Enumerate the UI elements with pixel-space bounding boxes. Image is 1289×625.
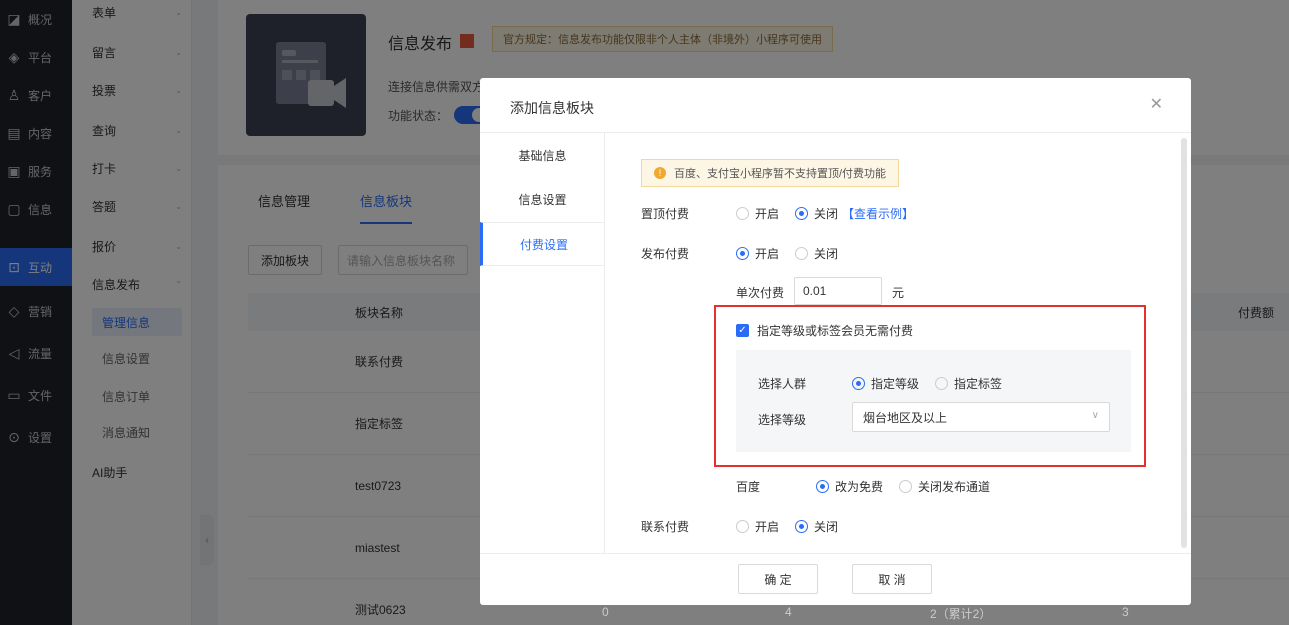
single-pay-label: 单次付费 bbox=[736, 286, 785, 300]
top-pay-radio-group: 开启 关闭 【查看示例】 bbox=[736, 205, 914, 222]
publish-pay-off-radio[interactable]: 关闭 bbox=[795, 245, 838, 262]
row-value: 2（累计2） bbox=[930, 607, 992, 621]
level-select[interactable]: 烟台地区及以上 ∨ bbox=[852, 402, 1110, 432]
member-options-panel: 选择人群 指定等级 指定标签 选择等级 烟台地区及以上 ∨ bbox=[736, 350, 1131, 452]
top-pay-label: 置顶付费 bbox=[641, 207, 690, 221]
crowd-level-radio[interactable]: 指定等级 bbox=[852, 375, 919, 392]
top-pay-off-radio[interactable]: 关闭 bbox=[795, 205, 838, 222]
contact-pay-radio-group: 开启 关闭 bbox=[736, 518, 854, 535]
confirm-button[interactable]: 确 定 bbox=[738, 564, 818, 594]
cancel-button[interactable]: 取 消 bbox=[852, 564, 932, 594]
member-free-checkbox[interactable]: ✓ 指定等级或标签会员无需付费 bbox=[736, 322, 913, 339]
nav-basic-info[interactable]: 基础信息 bbox=[480, 133, 605, 177]
scrollbar[interactable] bbox=[1181, 138, 1187, 548]
publish-pay-on-radio[interactable]: 开启 bbox=[736, 245, 779, 262]
add-block-dialog: 添加信息板块 ✕ 基础信息 信息设置 付费设置 ! 百度、支付宝小程序暂不支持置顶… bbox=[480, 78, 1191, 605]
chevron-down-icon: ∨ bbox=[1091, 410, 1099, 421]
nav-info-settings[interactable]: 信息设置 bbox=[480, 177, 605, 221]
close-icon[interactable]: ✕ bbox=[1150, 94, 1163, 114]
divider bbox=[480, 553, 1191, 554]
nav-payment-settings[interactable]: 付费设置 bbox=[480, 222, 605, 266]
publish-pay-label: 发布付费 bbox=[641, 247, 690, 261]
contact-pay-label: 联系付费 bbox=[641, 520, 690, 534]
publish-pay-radio-group: 开启 关闭 bbox=[736, 245, 854, 262]
level-label: 选择等级 bbox=[758, 413, 807, 427]
crowd-radio-group: 指定等级 指定标签 bbox=[852, 375, 1018, 392]
top-pay-on-radio[interactable]: 开启 bbox=[736, 205, 779, 222]
view-example-link[interactable]: 【查看示例】 bbox=[842, 205, 914, 222]
dialog-title: 添加信息板块 bbox=[510, 100, 594, 116]
currency-unit: 元 bbox=[892, 286, 905, 300]
contact-pay-on-radio[interactable]: 开启 bbox=[736, 518, 779, 535]
baidu-close-radio[interactable]: 关闭发布通道 bbox=[899, 478, 990, 495]
row-value: 4 bbox=[785, 605, 792, 619]
contact-pay-off-radio[interactable]: 关闭 bbox=[795, 518, 838, 535]
warning-banner: ! 百度、支付宝小程序暂不支持置顶/付费功能 bbox=[641, 159, 900, 187]
crowd-tag-radio[interactable]: 指定标签 bbox=[935, 375, 1002, 392]
baidu-label: 百度 bbox=[736, 480, 761, 494]
single-pay-input[interactable]: 0.01 bbox=[794, 277, 882, 305]
warning-icon: ! bbox=[654, 167, 666, 179]
dialog-body: ! 百度、支付宝小程序暂不支持置顶/付费功能 置顶付费 开启 关闭 【查看示例】 … bbox=[606, 133, 1181, 553]
baidu-radio-group: 改为免费 关闭发布通道 bbox=[816, 478, 1006, 495]
dialog-nav: 基础信息 信息设置 付费设置 bbox=[480, 133, 605, 553]
check-icon: ✓ bbox=[736, 324, 749, 337]
row-value: 0 bbox=[602, 605, 609, 619]
row-value: 3 bbox=[1122, 605, 1129, 619]
baidu-free-radio[interactable]: 改为免费 bbox=[816, 478, 883, 495]
crowd-label: 选择人群 bbox=[758, 377, 807, 391]
